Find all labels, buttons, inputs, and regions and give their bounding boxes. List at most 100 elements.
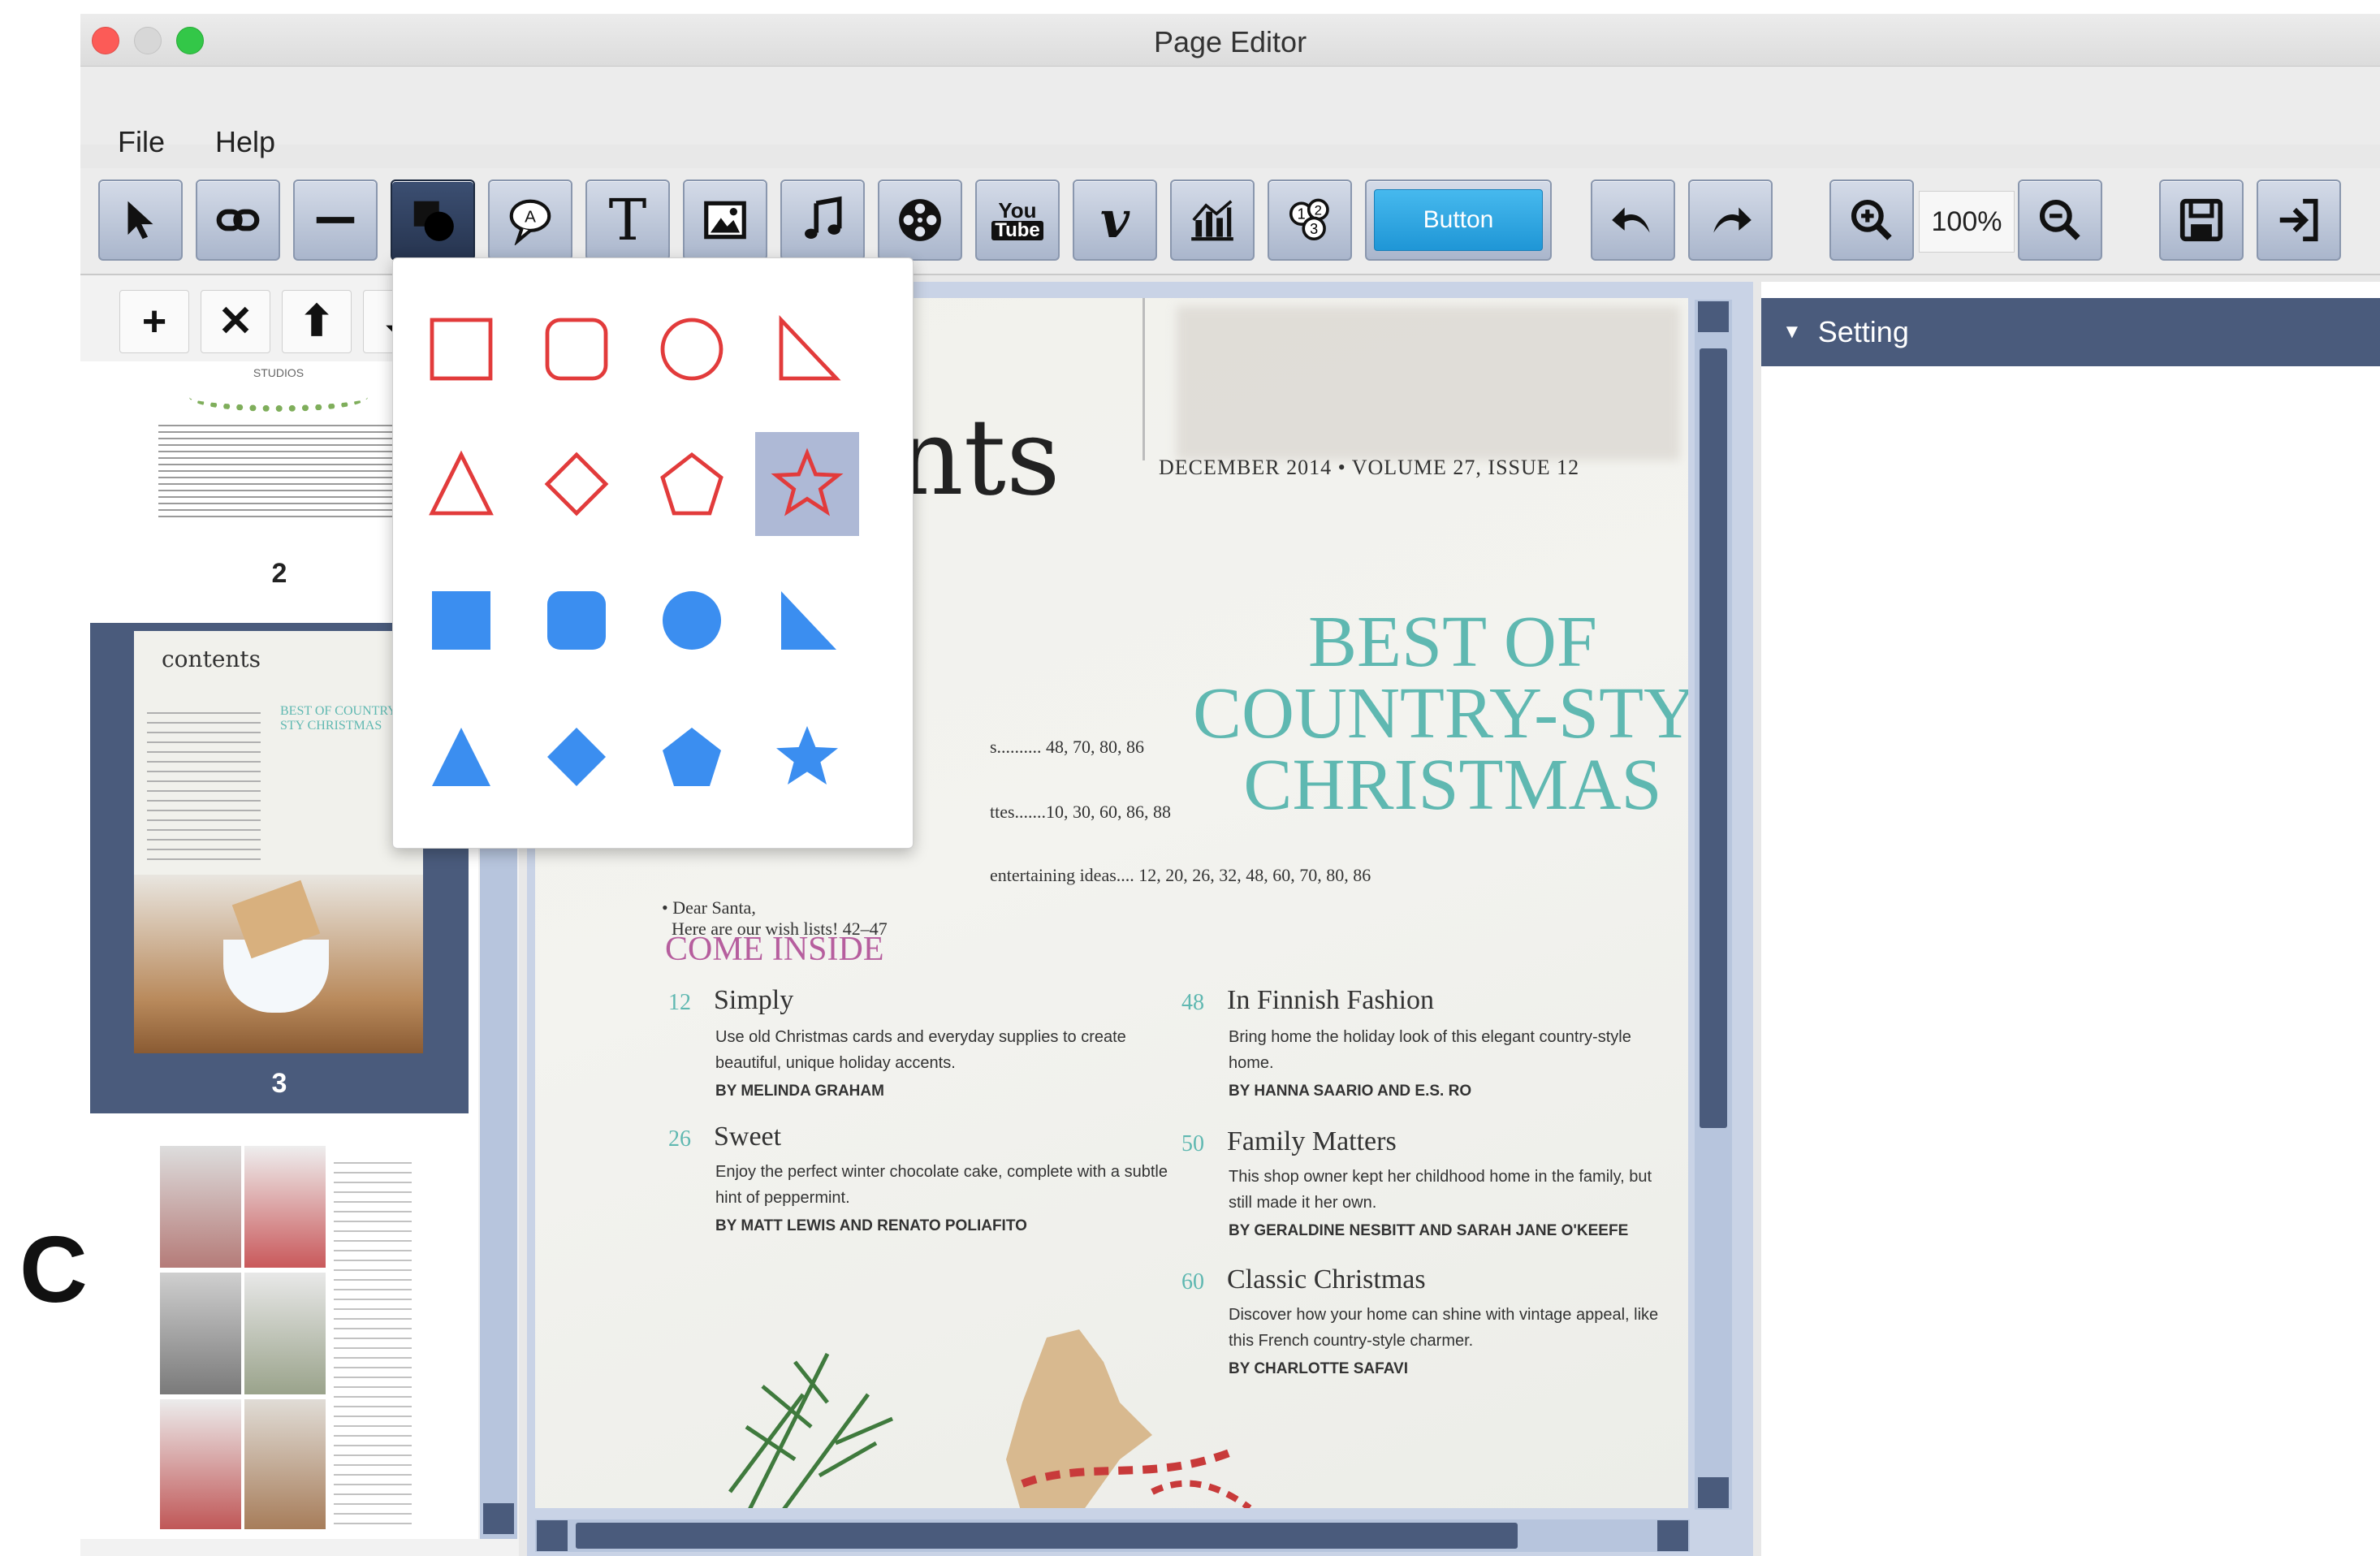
svg-text:A: A: [525, 208, 536, 227]
speech-bubble-icon: A: [509, 199, 551, 245]
document-vertical-scrollbar[interactable]: [1695, 300, 1732, 1510]
heading-divider: [1142, 298, 1145, 460]
settings-panel: ▼ Setting: [1761, 282, 2380, 1556]
rectangle-filled-shape[interactable]: [409, 568, 513, 672]
zoom-in-icon: [1851, 199, 1892, 240]
diamond-outline-icon: [544, 452, 609, 517]
rounded-rectangle-filled-shape[interactable]: [525, 568, 628, 672]
bar-chart-icon: [1191, 200, 1233, 241]
edge-letter: C: [19, 1217, 88, 1322]
audio-tool-button[interactable]: [780, 179, 865, 261]
youtube-tool-button[interactable]: You Tube: [975, 179, 1060, 261]
video-tool-button[interactable]: [878, 179, 962, 261]
scroll-up-arrow[interactable]: [1698, 301, 1729, 332]
export-icon: [2279, 198, 2318, 242]
rectangle-filled-icon: [432, 591, 490, 650]
page-2-preview: STUDIOS: [134, 361, 423, 547]
feature-title: BEST OF COUNTRY-STYL CHRISTMAS: [1193, 602, 1688, 825]
svg-text:1: 1: [1298, 206, 1306, 223]
page-number-3: 3: [271, 1068, 287, 1099]
link-icon: [216, 209, 260, 231]
move-page-up-button[interactable]: ⬆: [282, 290, 352, 353]
page-list-3: entertaining ideas.... 12, 20, 26, 32, 4…: [990, 865, 1371, 885]
numbering-tool-button[interactable]: 12 3: [1268, 179, 1352, 261]
line-tool-button[interactable]: [293, 179, 378, 261]
right-triangle-outline-icon: [779, 314, 841, 381]
button-tool-button[interactable]: Button: [1365, 179, 1552, 261]
rectangle-outline-shape[interactable]: [409, 297, 513, 401]
title-bar: Page Editor: [80, 14, 2380, 67]
image-tool-button[interactable]: [683, 179, 767, 261]
circle-outline-icon: [660, 318, 724, 381]
svg-text:2: 2: [1315, 203, 1322, 218]
diamond-filled-icon: [547, 728, 606, 786]
vertical-scroll-thumb[interactable]: [1700, 348, 1727, 1128]
window-title: Page Editor: [1153, 25, 1307, 58]
svg-text:3: 3: [1310, 221, 1318, 237]
rounded-rectangle-filled-icon: [547, 591, 606, 650]
document-horizontal-scrollbar[interactable]: [535, 1519, 1690, 1552]
export-button[interactable]: [2257, 179, 2341, 261]
circle-outline-shape[interactable]: [640, 297, 744, 401]
page-list-1: s.......... 48, 70, 80, 86: [990, 737, 1145, 757]
rectangle-outline-icon: [430, 318, 493, 381]
zoom-level-field[interactable]: 100%: [1919, 191, 2015, 253]
save-button[interactable]: [2159, 179, 2244, 261]
button-preview: Button: [1374, 189, 1543, 251]
zoom-in-button[interactable]: [1829, 179, 1914, 261]
star-outline-icon: [771, 447, 844, 517]
triangle-outline-shape[interactable]: [409, 432, 513, 536]
collapse-triangle-icon: ▼: [1782, 321, 1802, 343]
horizontal-scroll-thumb[interactable]: [576, 1523, 1518, 1549]
entry-number: 48: [1181, 990, 1204, 1015]
menu-help[interactable]: Help: [215, 125, 275, 159]
entry-number: 50: [1181, 1131, 1204, 1156]
right-triangle-outline-shape[interactable]: [755, 297, 859, 401]
right-triangle-filled-icon: [781, 591, 836, 650]
star-filled-shape[interactable]: [755, 705, 859, 809]
settings-header[interactable]: ▼ Setting: [1761, 298, 2380, 366]
add-page-button[interactable]: +: [119, 290, 189, 353]
rounded-rectangle-outline-shape[interactable]: [525, 297, 628, 401]
undo-button[interactable]: [1591, 179, 1675, 261]
delete-page-button[interactable]: ✕: [201, 290, 270, 353]
pentagon-filled-icon: [663, 728, 721, 786]
diamond-filled-shape[interactable]: [525, 705, 628, 809]
diamond-outline-shape[interactable]: [525, 432, 628, 536]
undo-icon: [1612, 207, 1650, 233]
page-thumbnail-4[interactable]: [90, 1138, 469, 1539]
scroll-down-arrow[interactable]: [1698, 1477, 1729, 1508]
contents-heading: nts: [896, 395, 1060, 519]
redo-button[interactable]: [1688, 179, 1773, 261]
pentagon-filled-shape[interactable]: [640, 705, 744, 809]
shape-picker-popup: [392, 257, 914, 849]
right-triangle-filled-shape[interactable]: [755, 568, 859, 672]
menu-file[interactable]: File: [118, 125, 165, 159]
scroll-right-arrow[interactable]: [1657, 1520, 1688, 1551]
zoom-out-button[interactable]: [2018, 179, 2102, 261]
star-filled-icon: [776, 726, 838, 784]
youtube-icon: You Tube: [991, 200, 1043, 240]
section-title: COME INSIDE: [665, 931, 884, 968]
triangle-filled-shape[interactable]: [409, 705, 513, 809]
pages-scroll-down-arrow[interactable]: [483, 1503, 514, 1534]
select-tool-button[interactable]: [98, 179, 183, 261]
entry-byline: BY MELINDA GRAHAM: [715, 1083, 884, 1100]
chart-tool-button[interactable]: [1170, 179, 1255, 261]
text-tool-button[interactable]: T: [585, 179, 670, 261]
shape-tool-button[interactable]: [391, 179, 475, 261]
link-tool-button[interactable]: [196, 179, 280, 261]
editor-window: Page Editor File Help A T You Tube v 1 2…: [80, 14, 2380, 1556]
menu-bar: File Help: [80, 67, 2380, 158]
redo-icon: [1713, 207, 1752, 233]
entry-description: This shop owner kept her childhood home …: [1229, 1168, 1652, 1212]
pentagon-outline-shape[interactable]: [640, 432, 744, 536]
callout-tool-button[interactable]: A: [488, 179, 572, 261]
circle-filled-shape[interactable]: [640, 568, 744, 672]
rounded-rectangle-outline-icon: [545, 318, 608, 381]
star-outline-shape[interactable]: [755, 432, 859, 536]
vimeo-tool-button[interactable]: v: [1073, 179, 1157, 261]
scroll-left-arrow[interactable]: [537, 1520, 568, 1551]
circle-filled-icon: [663, 591, 721, 650]
page-list-2: ttes.......10, 30, 60, 86, 88: [990, 802, 1172, 822]
